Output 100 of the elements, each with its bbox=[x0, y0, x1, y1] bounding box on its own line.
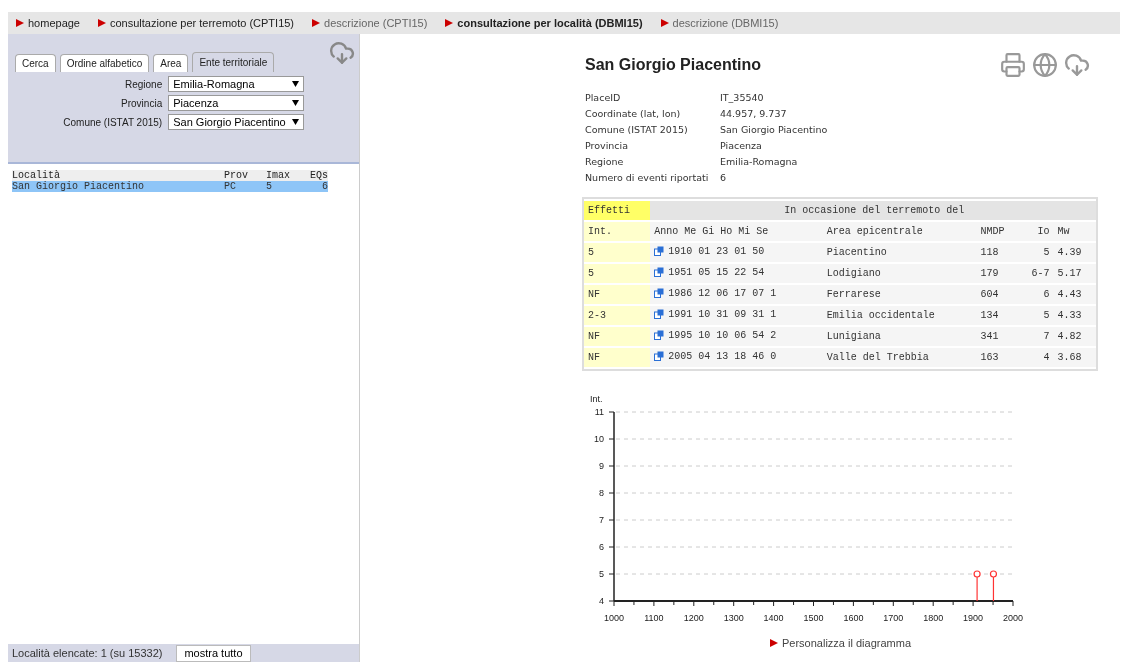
table-cell: 5 bbox=[1019, 243, 1054, 262]
triangle-icon bbox=[445, 19, 454, 27]
tab[interactable]: Ordine alfabetico bbox=[59, 54, 150, 72]
table-cell: 5 bbox=[1019, 306, 1054, 325]
table-cell: 341 bbox=[976, 327, 1019, 346]
link-icon[interactable] bbox=[654, 309, 665, 320]
select-field[interactable]: Piacenza bbox=[168, 95, 304, 111]
triangle-icon bbox=[16, 19, 24, 27]
table-cell: NF bbox=[584, 348, 651, 367]
table-cell: Lodigiano bbox=[822, 264, 977, 283]
download-icon[interactable] bbox=[329, 40, 355, 66]
tab[interactable]: Ente territoriale bbox=[192, 52, 275, 72]
triangle-icon bbox=[98, 19, 106, 27]
table-cell: 4.43 bbox=[1053, 285, 1096, 304]
table-cell: 1951 05 15 22 54 bbox=[668, 266, 765, 278]
table-cell: Emilia occidentale bbox=[822, 306, 977, 325]
table-cell: 5.17 bbox=[1053, 264, 1096, 283]
table-cell: 1991 10 31 09 31 1 bbox=[668, 308, 777, 320]
x-tick-label: 1500 bbox=[803, 613, 824, 623]
nav-link[interactable]: homepage bbox=[16, 17, 80, 29]
table-cell: 1910 01 23 01 50 bbox=[668, 245, 765, 257]
x-tick-label: 1800 bbox=[923, 613, 944, 623]
select-field[interactable]: San Giorgio Piacentino bbox=[168, 114, 304, 130]
nav-link[interactable]: consultazione per località (DBMI15) bbox=[445, 17, 643, 29]
detail-value: San Giorgio Piacentino bbox=[720, 124, 829, 135]
tab[interactable]: Cerca bbox=[15, 54, 56, 72]
y-tick-label: 11 bbox=[594, 407, 604, 417]
x-tick-label: 1200 bbox=[683, 613, 704, 623]
detail-label: Regione bbox=[585, 156, 625, 167]
detail-label: Coordinate (lat, lon) bbox=[585, 108, 682, 119]
list-header: Località Prov Imax EQs bbox=[12, 170, 328, 181]
table-cell: Lunigiana bbox=[822, 327, 977, 346]
caret-icon bbox=[291, 100, 299, 106]
table-header: Int. bbox=[584, 222, 651, 241]
table-cell: 118 bbox=[976, 243, 1019, 262]
triangle-icon bbox=[770, 639, 778, 647]
customize-chart-link[interactable]: Personalizza il diagramma bbox=[770, 637, 1120, 649]
count-text: Località elencate: 1 (su 15332) bbox=[12, 647, 163, 659]
table-cell: 5 bbox=[584, 243, 651, 262]
link-icon[interactable] bbox=[654, 267, 665, 278]
x-tick-label: 1900 bbox=[963, 613, 984, 623]
y-tick-label: 8 bbox=[599, 488, 604, 498]
table-header: NMDP bbox=[976, 222, 1019, 241]
table-cell: 4.39 bbox=[1053, 243, 1096, 262]
table-cell: 163 bbox=[976, 348, 1019, 367]
x-tick-label: 1300 bbox=[723, 613, 744, 623]
table-cell: 3.68 bbox=[1053, 348, 1096, 367]
triangle-icon bbox=[660, 19, 669, 27]
table-cell: NF bbox=[584, 327, 651, 346]
detail-label: Comune (ISTAT 2015) bbox=[585, 124, 689, 135]
caret-icon bbox=[291, 81, 299, 87]
table-header: Io bbox=[1019, 222, 1054, 241]
y-tick-label: 6 bbox=[599, 542, 604, 552]
x-tick-label: 1000 bbox=[604, 613, 624, 623]
show-all-button[interactable]: mostra tutto bbox=[176, 644, 251, 662]
nav-link[interactable]: descrizione (DBMI15) bbox=[660, 17, 779, 29]
triangle-icon bbox=[312, 19, 321, 27]
x-tick-label: 2000 bbox=[1003, 613, 1023, 623]
nav-link[interactable]: descrizione (CPTI15) bbox=[312, 17, 428, 29]
table-cell: 1986 12 06 17 07 1 bbox=[668, 287, 777, 299]
x-tick-label: 1600 bbox=[843, 613, 864, 623]
x-tick-label: 1700 bbox=[883, 613, 904, 623]
table-header: Mw bbox=[1053, 222, 1096, 241]
table-cell: 134 bbox=[976, 306, 1019, 325]
y-tick-label: 9 bbox=[599, 461, 604, 471]
table-cell: Valle del Trebbia bbox=[822, 348, 977, 367]
filter-label: Comune (ISTAT 2015) bbox=[63, 116, 163, 128]
list-row[interactable]: San Giorgio Piacentino PC 5 6 bbox=[12, 181, 328, 192]
table-cell: 1995 10 10 06 54 2 bbox=[668, 329, 777, 341]
table-cell: 6 bbox=[1019, 285, 1054, 304]
table-cell: 7 bbox=[1019, 327, 1054, 346]
link-icon[interactable] bbox=[654, 330, 665, 341]
table-cell: 6-7 bbox=[1019, 264, 1054, 283]
table-header: Anno Me Gi Ho Mi Se bbox=[650, 222, 823, 241]
y-tick-label: 4 bbox=[599, 596, 604, 606]
download-icon[interactable] bbox=[1064, 52, 1090, 78]
y-tick-label: 7 bbox=[599, 515, 604, 525]
globe-icon[interactable] bbox=[1032, 52, 1058, 78]
detail-value: IT_35540 bbox=[720, 92, 765, 103]
filter-label: Provincia bbox=[120, 97, 163, 109]
nav-link[interactable]: consultazione per terremoto (CPTI15) bbox=[98, 17, 295, 29]
table-cell: 5 bbox=[584, 264, 651, 283]
table-header: Effetti bbox=[584, 201, 651, 220]
printer-icon[interactable] bbox=[1000, 52, 1026, 78]
table-cell: 2-3 bbox=[584, 306, 651, 325]
x-tick-label: 1400 bbox=[763, 613, 784, 623]
data-point bbox=[989, 570, 998, 602]
detail-value: 6 bbox=[720, 172, 728, 183]
link-icon[interactable] bbox=[654, 351, 665, 362]
y-axis-label: Int. bbox=[590, 394, 603, 404]
select-field[interactable]: Emilia-Romagna bbox=[168, 76, 304, 92]
link-icon[interactable] bbox=[654, 288, 665, 299]
table-cell: 2005 04 13 18 46 0 bbox=[668, 350, 777, 362]
detail-label: PlaceID bbox=[585, 92, 622, 103]
y-tick-label: 10 bbox=[594, 434, 604, 444]
link-icon[interactable] bbox=[654, 246, 665, 257]
table-cell: Piacentino bbox=[822, 243, 977, 262]
tab[interactable]: Area bbox=[153, 54, 189, 72]
x-tick-label: 1100 bbox=[644, 613, 664, 623]
data-point bbox=[973, 570, 981, 602]
